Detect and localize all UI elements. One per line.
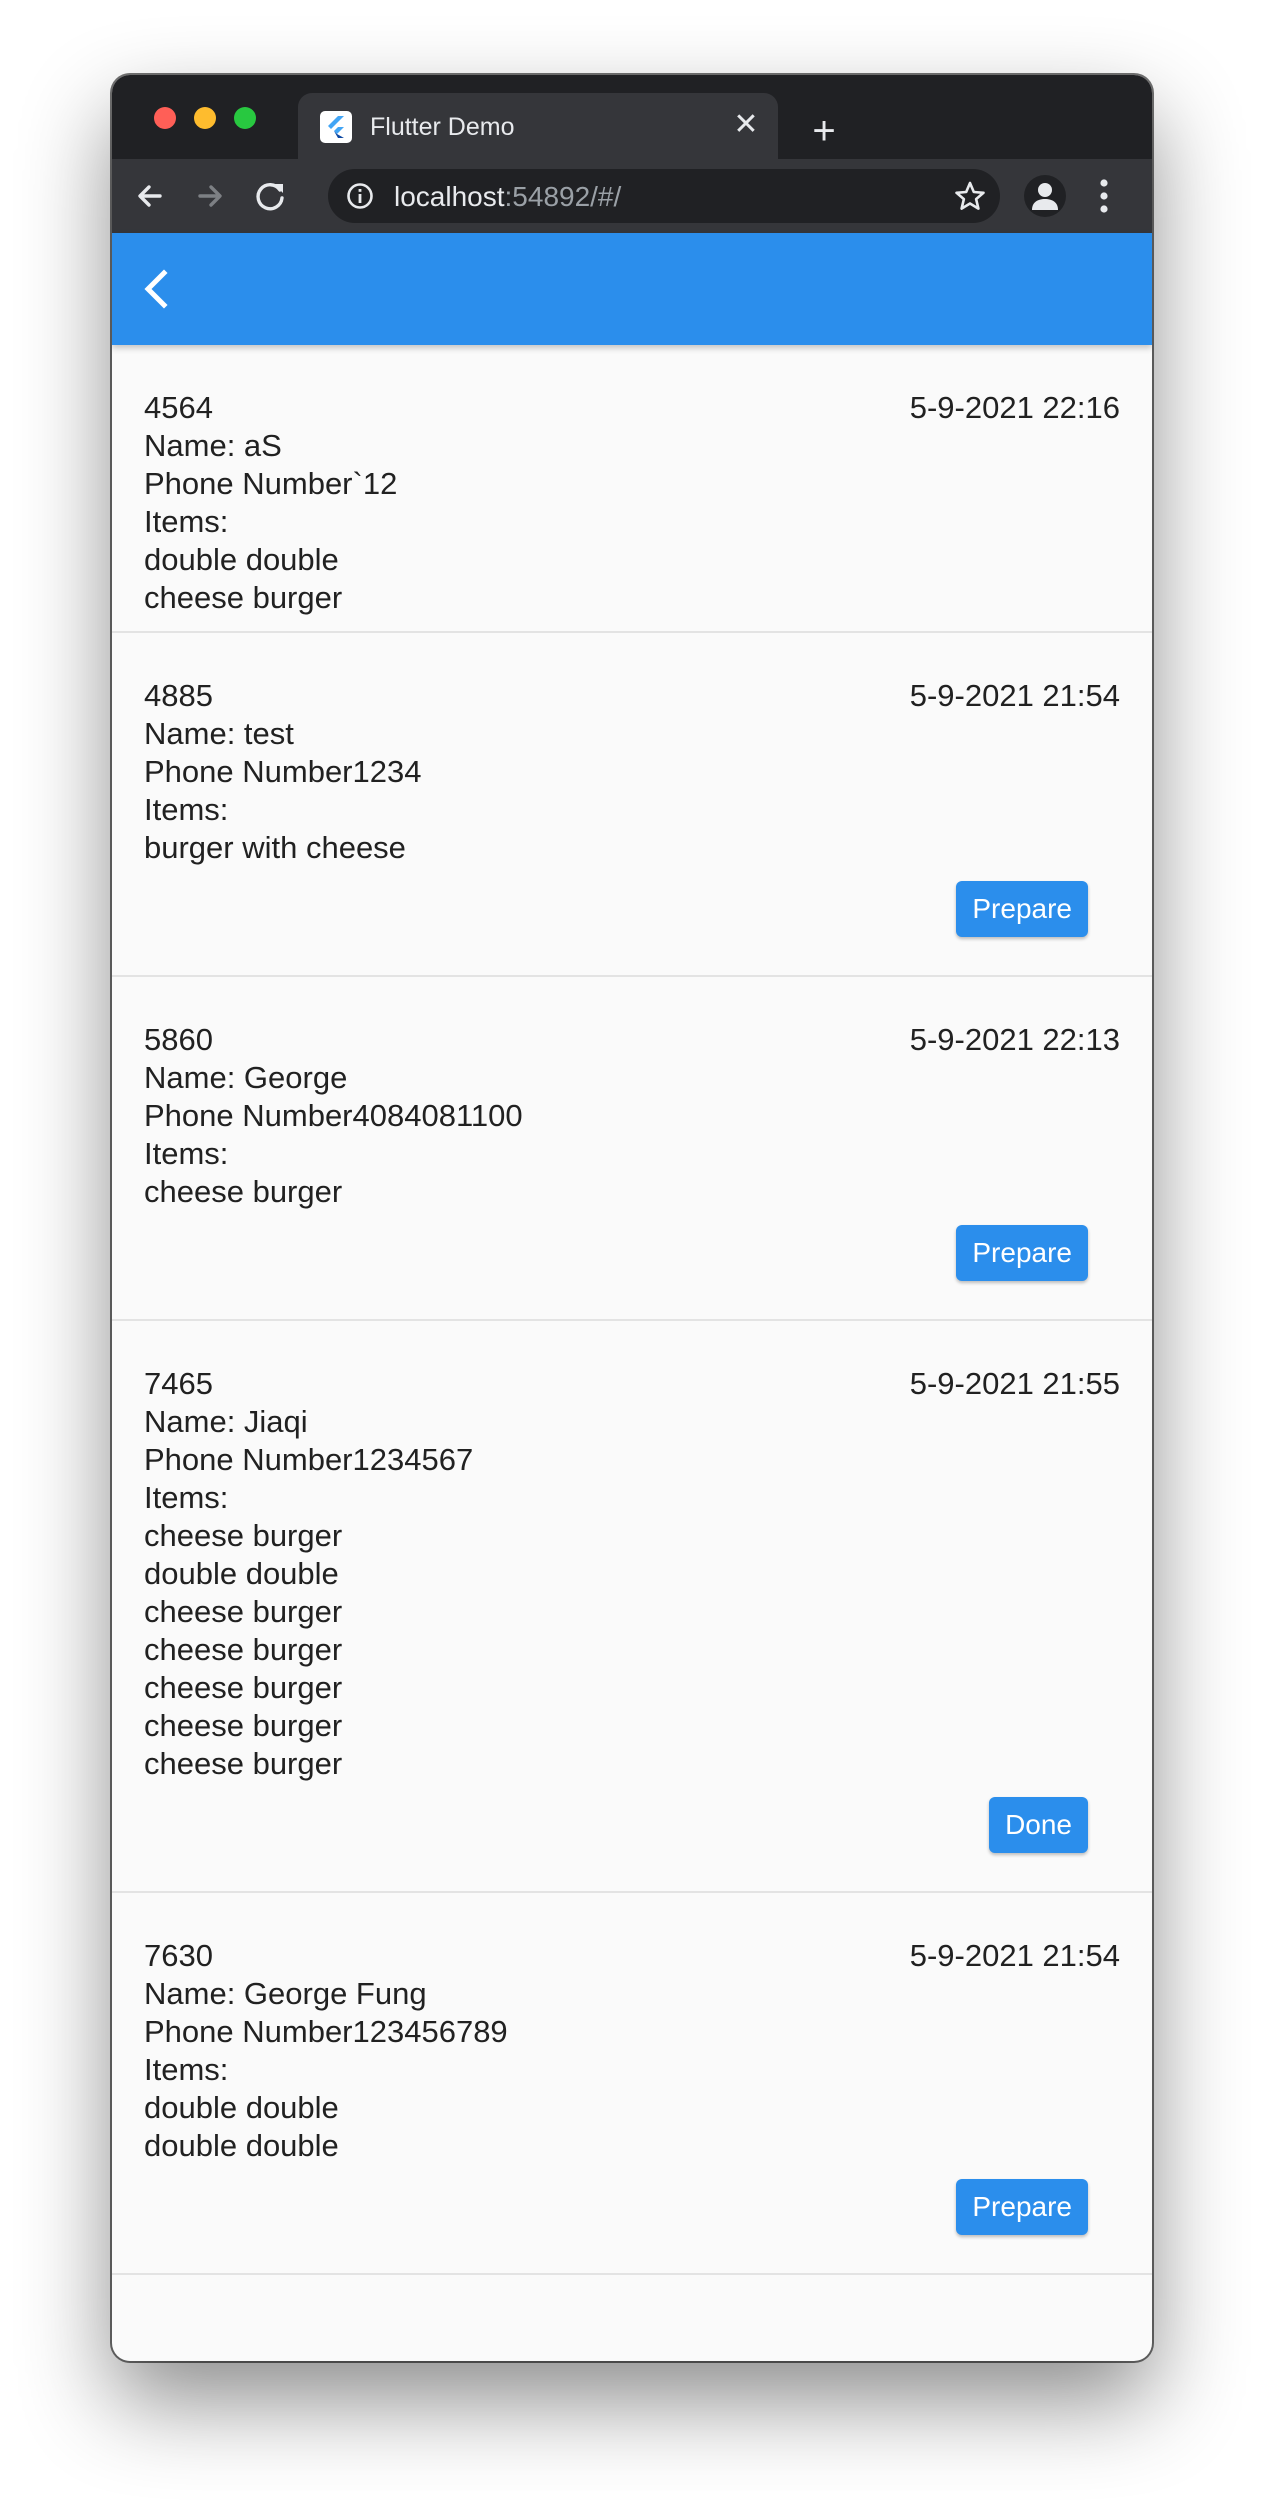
browser-window: Flutter Demo ✕ + localhost:54892/#/ 4564… — [112, 75, 1152, 2361]
items-label: Items: — [144, 1136, 229, 1171]
order-line-item: cheese burger — [144, 580, 343, 615]
profile-icon[interactable] — [1024, 175, 1066, 217]
order-item: 7630 Name: George Fung Phone Number1234567… — [112, 1893, 1152, 2275]
info-icon[interactable] — [346, 182, 374, 210]
order-actions: Done — [144, 1797, 1120, 1855]
customer-name: Name: Jiaqi — [144, 1404, 308, 1439]
order-timestamp: 5-9-2021 22:13 — [909, 1022, 1120, 1057]
url-text: localhost:54892/#/ — [394, 181, 622, 212]
order-line-item: double double — [144, 1556, 339, 1591]
items-label: Items: — [144, 792, 229, 827]
customer-phone: Phone Number`12 — [144, 466, 398, 501]
order-list: 4564 Name: aS Phone Number`12 Items: double … — [112, 345, 1152, 2275]
new-tab-icon[interactable]: + — [804, 111, 844, 151]
order-timestamp: 5-9-2021 21:54 — [909, 1938, 1120, 1973]
order-details: 7630 Name: George Fung Phone Number1234567… — [144, 1893, 1120, 2165]
back-arrow-icon[interactable] — [130, 176, 170, 216]
customer-phone: Phone Number1234 — [144, 754, 422, 789]
tab-title: Flutter Demo — [370, 113, 515, 141]
prepare-button[interactable]: Prepare — [956, 881, 1088, 937]
order-item: 7465 Name: Jiaqi Phone Number1234567 Items:… — [112, 1321, 1152, 1893]
order-timestamp: 5-9-2021 22:16 — [909, 390, 1120, 425]
browser-tab[interactable]: Flutter Demo ✕ — [298, 93, 778, 159]
order-item: 5860 Name: George Phone Number4084081100 It… — [112, 977, 1152, 1321]
forward-arrow-icon[interactable] — [190, 176, 230, 216]
items-label: Items: — [144, 2052, 229, 2087]
order-actions: Prepare — [144, 881, 1120, 939]
chevron-left-icon[interactable] — [134, 265, 182, 313]
order-line-item: cheese burger — [144, 1174, 343, 1209]
order-line-item: cheese burger — [144, 1518, 343, 1553]
order-item: 4885 Name: test Phone Number1234 Items: burg… — [112, 633, 1152, 977]
menu-dots-icon[interactable] — [1098, 177, 1110, 215]
order-timestamp: 5-9-2021 21:54 — [909, 678, 1120, 713]
flutter-logo-icon — [320, 111, 352, 143]
order-line-item: cheese burger — [144, 1746, 343, 1781]
order-line-item: cheese burger — [144, 1708, 343, 1743]
order-actions: Prepare — [144, 2179, 1120, 2237]
order-details: 4564 Name: aS Phone Number`12 Items: double … — [144, 345, 1120, 631]
customer-name: Name: aS — [144, 428, 282, 463]
order-line-item: double double — [144, 542, 339, 577]
customer-phone: Phone Number4084081100 — [144, 1098, 523, 1133]
customer-name: Name: George Fung — [144, 1976, 427, 2011]
customer-phone: Phone Number1234567 — [144, 1442, 474, 1477]
order-details: 4885 Name: test Phone Number1234 Items: burg… — [144, 633, 1120, 867]
order-line-item: cheese burger — [144, 1632, 343, 1667]
close-window-button[interactable] — [154, 107, 176, 129]
done-button[interactable]: Done — [989, 1797, 1088, 1853]
tab-bar: Flutter Demo ✕ + — [112, 75, 1152, 159]
order-line-item: burger with cheese — [144, 830, 406, 865]
order-timestamp: 5-9-2021 21:55 — [909, 1366, 1120, 1401]
order-line-item: double double — [144, 2128, 339, 2163]
customer-phone: Phone Number123456789 — [144, 2014, 508, 2049]
maximize-window-button[interactable] — [234, 107, 256, 129]
address-bar[interactable]: localhost:54892/#/ — [328, 169, 1000, 223]
items-label: Items: — [144, 1480, 229, 1515]
order-actions: Prepare — [144, 1225, 1120, 1283]
reload-icon[interactable] — [250, 176, 290, 216]
app-bar — [112, 233, 1152, 345]
items-label: Items: — [144, 504, 229, 539]
minimize-window-button[interactable] — [194, 107, 216, 129]
order-details: 5860 Name: George Phone Number4084081100 It… — [144, 977, 1120, 1211]
customer-name: Name: George — [144, 1060, 348, 1095]
order-line-item: cheese burger — [144, 1670, 343, 1705]
prepare-button[interactable]: Prepare — [956, 2179, 1088, 2235]
star-icon[interactable] — [954, 180, 986, 212]
customer-name: Name: test — [144, 716, 294, 751]
browser-toolbar: localhost:54892/#/ — [112, 159, 1152, 233]
close-tab-icon[interactable]: ✕ — [730, 109, 762, 141]
order-line-item: cheese burger — [144, 1594, 343, 1629]
order-line-item: double double — [144, 2090, 339, 2125]
order-item: 4564 Name: aS Phone Number`12 Items: double … — [112, 345, 1152, 633]
prepare-button[interactable]: Prepare — [956, 1225, 1088, 1281]
